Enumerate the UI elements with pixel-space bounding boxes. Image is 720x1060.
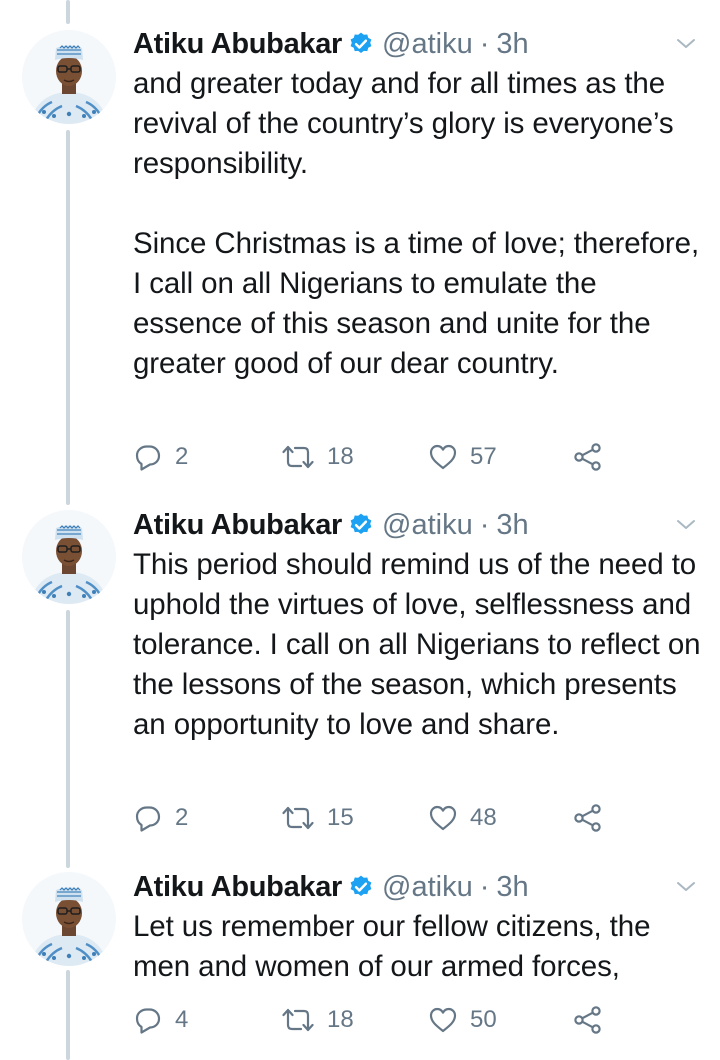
chevron-down-icon[interactable] <box>674 513 698 537</box>
timestamp[interactable]: 3h <box>496 509 528 542</box>
retweet-button[interactable]: 15 <box>281 798 354 838</box>
thread-line-1-2 <box>66 130 70 505</box>
heart-icon <box>428 1005 458 1035</box>
chevron-down-icon[interactable] <box>674 875 698 899</box>
like-button[interactable]: 50 <box>428 1000 497 1040</box>
like-button[interactable]: 48 <box>428 798 497 838</box>
share-icon <box>573 1005 603 1035</box>
like-count: 57 <box>470 443 497 470</box>
thread-line-2-3 <box>66 610 70 868</box>
verified-badge-icon <box>348 31 374 57</box>
avatar[interactable] <box>22 30 116 124</box>
action-bar: 4 18 50 <box>133 1000 613 1040</box>
retweet-icon <box>281 1005 315 1035</box>
avatar[interactable] <box>22 510 116 604</box>
like-count: 50 <box>470 1006 497 1033</box>
author-handle[interactable]: @atiku <box>382 28 473 61</box>
tweet-text: This period should remind us of the need… <box>133 545 708 745</box>
retweet-icon <box>281 803 315 833</box>
share-icon <box>573 442 603 472</box>
action-bar: 2 18 57 <box>133 437 613 477</box>
reply-icon <box>133 803 163 833</box>
heart-icon <box>428 442 458 472</box>
author-name[interactable]: Atiku Abubakar <box>133 871 342 904</box>
heart-icon <box>428 803 458 833</box>
tweet-header: Atiku Abubakar @atiku · 3h <box>133 867 529 907</box>
verified-badge-icon <box>348 874 374 900</box>
tweet-paragraph: Let us remember our fellow citizens, the… <box>133 910 651 983</box>
retweet-button[interactable]: 18 <box>281 1000 354 1040</box>
retweet-count: 18 <box>327 1006 354 1033</box>
timestamp[interactable]: 3h <box>496 28 528 61</box>
thread-line-bottom <box>66 970 70 1060</box>
like-count: 48 <box>470 804 497 831</box>
author-name[interactable]: Atiku Abubakar <box>133 28 342 61</box>
separator-dot: · <box>479 508 490 541</box>
tweet-paragraph: Since Christmas is a time of love; there… <box>133 227 700 380</box>
tweet-header: Atiku Abubakar @atiku · 3h <box>133 24 529 64</box>
thread-line-top <box>66 0 70 24</box>
verified-badge-icon <box>348 512 374 538</box>
reply-count: 2 <box>175 443 189 470</box>
timestamp[interactable]: 3h <box>496 871 528 904</box>
reply-button[interactable]: 2 <box>133 798 188 838</box>
reply-count: 2 <box>175 804 189 831</box>
tweet-paragraph: and greater today and for all times as t… <box>133 67 674 180</box>
retweet-count: 18 <box>327 443 354 470</box>
reply-button[interactable]: 4 <box>133 1000 188 1040</box>
author-handle[interactable]: @atiku <box>382 871 473 904</box>
avatar[interactable] <box>22 872 116 966</box>
retweet-count: 15 <box>327 804 354 831</box>
share-button[interactable] <box>573 798 603 838</box>
share-icon <box>573 803 603 833</box>
chevron-down-icon[interactable] <box>674 32 698 56</box>
share-button[interactable] <box>573 1000 603 1040</box>
reply-button[interactable]: 2 <box>133 437 188 477</box>
reply-count: 4 <box>175 1006 189 1033</box>
separator-dot: · <box>479 27 490 60</box>
author-name[interactable]: Atiku Abubakar <box>133 509 342 542</box>
tweet-header: Atiku Abubakar @atiku · 3h <box>133 505 529 545</box>
reply-icon <box>133 442 163 472</box>
tweet-text: Let us remember our fellow citizens, the… <box>133 907 708 987</box>
retweet-icon <box>281 442 315 472</box>
separator-dot: · <box>479 870 490 903</box>
retweet-button[interactable]: 18 <box>281 437 354 477</box>
author-handle[interactable]: @atiku <box>382 509 473 542</box>
reply-icon <box>133 1005 163 1035</box>
share-button[interactable] <box>573 437 603 477</box>
tweet-paragraph: This period should remind us of the need… <box>133 548 701 741</box>
tweet-text: and greater today and for all times as t… <box>133 64 708 384</box>
action-bar: 2 15 48 <box>133 798 613 838</box>
like-button[interactable]: 57 <box>428 437 497 477</box>
